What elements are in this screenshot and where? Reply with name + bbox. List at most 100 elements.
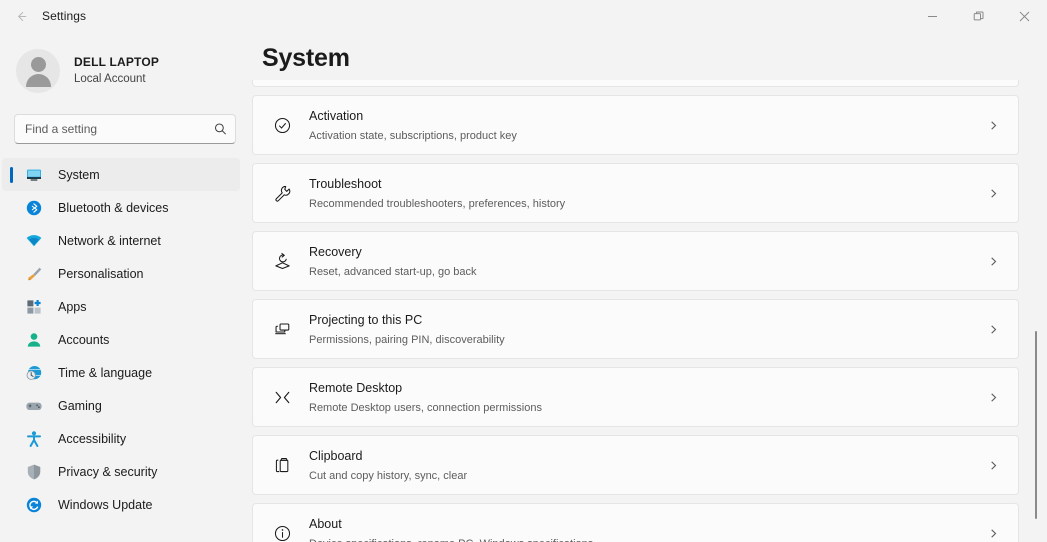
person-icon <box>24 330 44 350</box>
shield-icon <box>24 462 44 482</box>
check-circle-icon <box>267 116 297 135</box>
card-subtitle: Remote Desktop users, connection permiss… <box>309 401 982 415</box>
settings-card-recovery[interactable]: Recovery Reset, advanced start-up, go ba… <box>252 231 1019 291</box>
sidebar-item-label: Personalisation <box>58 267 143 281</box>
chevron-right-icon <box>982 188 1004 199</box>
project-screen-icon <box>267 320 297 339</box>
title-bar: Settings <box>0 0 1047 32</box>
sidebar-item-label: Gaming <box>58 399 102 413</box>
page-title: System <box>262 32 1047 73</box>
sidebar: DELL LAPTOP Local Account <box>0 32 252 542</box>
sidebar-item-label: Privacy & security <box>58 465 157 479</box>
account-subtitle: Local Account <box>74 72 159 86</box>
wifi-icon <box>24 231 44 251</box>
search-icon <box>214 123 227 136</box>
gamepad-icon <box>24 396 44 416</box>
search-container <box>0 100 252 144</box>
partial-card-above[interactable] <box>252 80 1019 87</box>
close-button[interactable] <box>1001 0 1047 32</box>
clipboard-icon <box>267 456 297 475</box>
scrollbar-thumb[interactable] <box>1035 331 1037 519</box>
window-content: DELL LAPTOP Local Account <box>0 32 1047 542</box>
sidebar-item-accounts[interactable]: Accounts <box>2 323 240 356</box>
sidebar-item-time-language[interactable]: Time & language <box>2 356 240 389</box>
bluetooth-icon <box>24 198 44 218</box>
caption-buttons <box>909 0 1047 32</box>
sidebar-item-network-internet[interactable]: Network & internet <box>2 224 240 257</box>
chevron-right-icon <box>982 460 1004 471</box>
card-text: Troubleshoot Recommended troubleshooters… <box>309 174 982 211</box>
card-title: Projecting to this PC <box>309 313 422 327</box>
sidebar-item-label: Network & internet <box>58 234 161 248</box>
card-title: Troubleshoot <box>309 177 382 191</box>
settings-card-clipboard[interactable]: Clipboard Cut and copy history, sync, cl… <box>252 435 1019 495</box>
card-text: Remote Desktop Remote Desktop users, con… <box>309 378 982 415</box>
card-title: Remote Desktop <box>309 381 402 395</box>
card-title: Activation <box>309 109 363 123</box>
sidebar-item-label: Bluetooth & devices <box>58 201 169 215</box>
avatar <box>16 49 60 93</box>
settings-card-activation[interactable]: Activation Activation state, subscriptio… <box>252 95 1019 155</box>
search-box[interactable] <box>14 114 236 144</box>
card-subtitle: Activation state, subscriptions, product… <box>309 129 982 143</box>
account-text: DELL LAPTOP Local Account <box>74 55 159 86</box>
sidebar-item-personalisation[interactable]: Personalisation <box>2 257 240 290</box>
apps-icon <box>24 297 44 317</box>
card-subtitle: Reset, advanced start-up, go back <box>309 265 982 279</box>
settings-card-remote-desktop[interactable]: Remote Desktop Remote Desktop users, con… <box>252 367 1019 427</box>
remote-desktop-icon <box>267 388 297 407</box>
accessibility-icon <box>24 429 44 449</box>
monitor-icon <box>24 165 44 185</box>
card-text: Clipboard Cut and copy history, sync, cl… <box>309 446 982 483</box>
settings-list: Activation Activation state, subscriptio… <box>252 80 1047 542</box>
card-title: Clipboard <box>309 449 363 463</box>
clock-globe-icon <box>24 363 44 383</box>
card-text: Activation Activation state, subscriptio… <box>309 106 982 143</box>
main-pane: System Activation Activation state, subs… <box>252 32 1047 542</box>
sidebar-item-label: Accounts <box>58 333 109 347</box>
info-circle-icon <box>267 524 297 542</box>
chevron-right-icon <box>982 120 1004 131</box>
search-input[interactable] <box>15 115 235 143</box>
sidebar-item-windows-update[interactable]: Windows Update <box>2 488 240 521</box>
back-button[interactable] <box>4 1 38 31</box>
settings-card-troubleshoot[interactable]: Troubleshoot Recommended troubleshooters… <box>252 163 1019 223</box>
sidebar-item-label: Accessibility <box>58 432 126 446</box>
window-title: Settings <box>42 9 86 23</box>
settings-card-about[interactable]: About Device specifications, rename PC, … <box>252 503 1019 542</box>
sidebar-item-system[interactable]: System <box>2 158 240 191</box>
sidebar-item-label: Time & language <box>58 366 152 380</box>
minimize-button[interactable] <box>909 0 955 32</box>
card-text: Projecting to this PC Permissions, pairi… <box>309 310 982 347</box>
maximize-button[interactable] <box>955 0 1001 32</box>
account-name: DELL LAPTOP <box>74 55 159 70</box>
sidebar-item-label: Windows Update <box>58 498 153 512</box>
sidebar-item-apps[interactable]: Apps <box>2 290 240 323</box>
card-text: About Device specifications, rename PC, … <box>309 514 982 542</box>
chevron-right-icon <box>982 528 1004 539</box>
sidebar-item-gaming[interactable]: Gaming <box>2 389 240 422</box>
vertical-scrollbar[interactable] <box>1031 80 1041 528</box>
card-subtitle: Recommended troubleshooters, preferences… <box>309 197 982 211</box>
card-subtitle: Cut and copy history, sync, clear <box>309 469 982 483</box>
chevron-right-icon <box>982 392 1004 403</box>
card-subtitle: Device specifications, rename PC, Window… <box>309 537 982 542</box>
card-text: Recovery Reset, advanced start-up, go ba… <box>309 242 982 279</box>
chevron-right-icon <box>982 324 1004 335</box>
chevron-right-icon <box>982 256 1004 267</box>
avatar-head <box>31 57 46 72</box>
sidebar-item-accessibility[interactable]: Accessibility <box>2 422 240 455</box>
settings-card-projecting-to-this-pc[interactable]: Projecting to this PC Permissions, pairi… <box>252 299 1019 359</box>
account-header[interactable]: DELL LAPTOP Local Account <box>0 36 252 100</box>
sidebar-item-bluetooth-devices[interactable]: Bluetooth & devices <box>2 191 240 224</box>
cards-container: Activation Activation state, subscriptio… <box>252 80 1047 542</box>
card-subtitle: Permissions, pairing PIN, discoverabilit… <box>309 333 982 347</box>
avatar-body <box>26 74 51 87</box>
recovery-icon <box>267 252 297 271</box>
sidebar-item-label: Apps <box>58 300 87 314</box>
update-icon <box>24 495 44 515</box>
card-title: Recovery <box>309 245 362 259</box>
sidebar-item-label: System <box>58 168 100 182</box>
sidebar-item-privacy-security[interactable]: Privacy & security <box>2 455 240 488</box>
wrench-icon <box>267 184 297 203</box>
